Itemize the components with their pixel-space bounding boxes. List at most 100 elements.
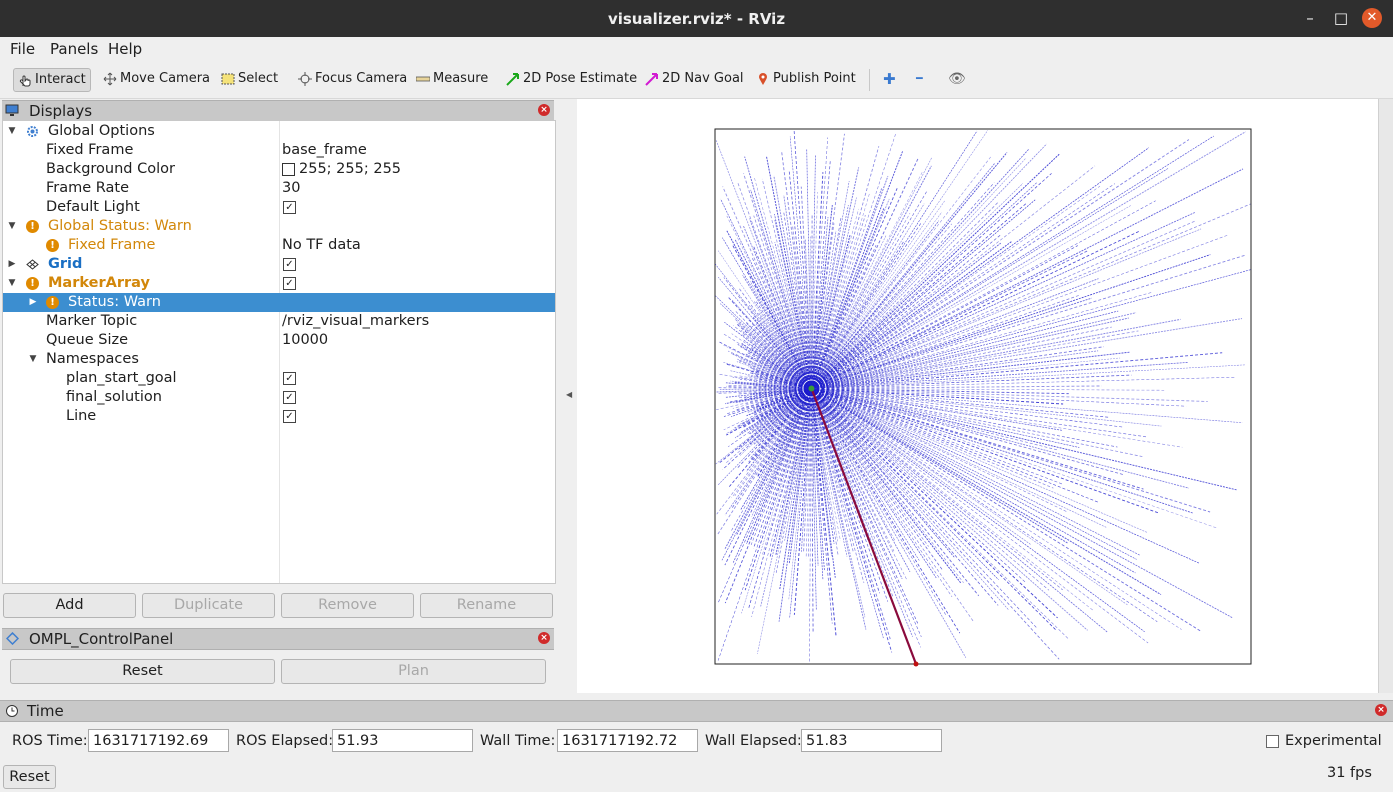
grid-icon xyxy=(26,259,39,270)
collapse-arrow-icon[interactable]: ▼ xyxy=(28,350,38,369)
focus-camera-label: Focus Camera xyxy=(315,71,408,86)
status-fixed-frame-value: No TF data xyxy=(282,237,361,253)
background-color-text: 255; 255; 255 xyxy=(299,161,402,177)
move-arrows-icon xyxy=(103,72,117,85)
splitter-left-arrow-icon[interactable]: ◀ xyxy=(566,390,572,399)
minimize-button[interactable]: – xyxy=(1300,8,1320,28)
add-display-button[interactable]: Add xyxy=(3,593,136,618)
fixed-frame-value[interactable]: base_frame xyxy=(282,141,367,160)
experimental-checkbox[interactable] xyxy=(1266,735,1279,748)
experimental-label: Experimental xyxy=(1285,733,1382,749)
grid-label: Grid xyxy=(48,256,83,272)
right-dock-splitter[interactable] xyxy=(1378,99,1393,693)
tree-row-grid[interactable]: ▶ Grid ✓ xyxy=(3,255,555,274)
tree-row-global-status[interactable]: ▼ ! Global Status: Warn xyxy=(3,217,555,236)
maximize-button[interactable]: □ xyxy=(1331,8,1351,28)
render-view[interactable] xyxy=(577,99,1378,693)
expand-arrow-icon[interactable]: ▶ xyxy=(7,255,17,274)
focus-camera-tool[interactable]: Focus Camera xyxy=(298,68,407,90)
tree-row-ns-final-solution[interactable]: final_solution ✓ xyxy=(3,388,555,407)
ros-elapsed-field[interactable]: 51.93 xyxy=(332,729,473,752)
select-tool[interactable]: Select xyxy=(221,68,278,90)
nav-goal-tool[interactable]: 2D Nav Goal xyxy=(645,68,744,90)
tree-row-background-color[interactable]: Background Color 255; 255; 255 xyxy=(3,160,555,179)
collapse-arrow-icon[interactable]: ▼ xyxy=(7,274,17,293)
wall-elapsed-field[interactable]: 51.83 xyxy=(801,729,942,752)
menu-panels[interactable]: Panels xyxy=(50,40,98,58)
remove-display-button[interactable]: Remove xyxy=(281,593,414,618)
menu-help[interactable]: Help xyxy=(108,40,142,58)
tree-row-marker-topic[interactable]: Marker Topic /rviz_visual_markers xyxy=(3,312,555,331)
warning-icon: ! xyxy=(46,239,59,252)
frame-rate-value[interactable]: 30 xyxy=(282,179,300,198)
view-options-button[interactable]: 👁 xyxy=(948,68,966,90)
magenta-arrow-icon xyxy=(645,72,658,86)
interact-label: Interact xyxy=(35,72,86,87)
warning-icon: ! xyxy=(46,296,59,309)
marker-array-checkbox[interactable]: ✓ xyxy=(283,274,296,293)
tree-row-marker-array[interactable]: ▼ ! MarkerArray ✓ xyxy=(3,274,555,293)
window-title-bar: visualizer.rviz* - RViz – □ ✕ xyxy=(0,0,1393,37)
gear-icon xyxy=(27,126,38,137)
ompl-plan-button[interactable]: Plan xyxy=(281,659,546,684)
start-point xyxy=(808,385,815,392)
tree-row-frame-rate[interactable]: Frame Rate 30 xyxy=(3,179,555,198)
collapse-arrow-icon[interactable]: ▼ xyxy=(7,122,17,141)
nav-goal-label: 2D Nav Goal xyxy=(662,71,744,86)
wall-time-field[interactable]: 1631717192.72 xyxy=(557,729,698,752)
menu-bar: File Panels Help xyxy=(0,37,1393,61)
pose-estimate-tool[interactable]: 2D Pose Estimate xyxy=(506,68,637,90)
ros-time-label: ROS Time: xyxy=(12,733,88,749)
expand-arrow-icon[interactable]: ▶ xyxy=(28,293,38,312)
close-time-icon[interactable]: × xyxy=(1375,704,1387,716)
close-window-button[interactable]: ✕ xyxy=(1362,8,1382,28)
ns-line-checkbox[interactable]: ✓ xyxy=(283,407,296,426)
publish-point-tool[interactable]: Publish Point xyxy=(756,68,856,90)
rename-display-button[interactable]: Rename xyxy=(420,593,553,618)
marker-topic-value[interactable]: /rviz_visual_markers xyxy=(282,312,429,331)
warning-icon: ! xyxy=(26,277,39,290)
default-light-checkbox[interactable]: ✓ xyxy=(283,198,296,217)
tree-row-namespaces[interactable]: ▼ Namespaces xyxy=(3,350,555,369)
tree-row-ns-line[interactable]: Line ✓ xyxy=(3,407,555,426)
monitor-icon xyxy=(5,104,19,116)
queue-size-key: Queue Size xyxy=(46,332,129,348)
checkmark-icon: ✓ xyxy=(283,276,296,290)
tree-row-ns-plan-start-goal[interactable]: plan_start_goal ✓ xyxy=(3,369,555,388)
grid-checkbox[interactable]: ✓ xyxy=(283,255,296,274)
tree-row-status-fixed-frame[interactable]: ! Fixed Frame No TF data xyxy=(3,236,555,255)
wall-elapsed-label: Wall Elapsed: xyxy=(705,733,802,749)
collapse-arrow-icon[interactable]: ▼ xyxy=(7,217,17,236)
measure-tool[interactable]: Measure xyxy=(416,68,488,90)
queue-size-value[interactable]: 10000 xyxy=(282,331,328,350)
tree-row-fixed-frame[interactable]: Fixed Frame base_frame xyxy=(3,141,555,160)
checkmark-icon: ✓ xyxy=(283,371,296,385)
tree-row-status-warn[interactable]: ▶ ! Status: Warn xyxy=(3,293,555,312)
background-color-value[interactable]: 255; 255; 255 xyxy=(282,160,401,179)
duplicate-display-button[interactable]: Duplicate xyxy=(142,593,275,618)
tree-row-default-light[interactable]: Default Light ✓ xyxy=(3,198,555,217)
menu-file[interactable]: File xyxy=(10,40,35,58)
time-panel-title: Time xyxy=(27,702,64,720)
marker-array-label: MarkerArray xyxy=(48,275,150,291)
ompl-reset-button[interactable]: Reset xyxy=(10,659,275,684)
close-displays-icon[interactable]: × xyxy=(538,104,550,116)
move-camera-tool[interactable]: Move Camera xyxy=(103,68,210,90)
checkmark-icon: ✓ xyxy=(283,390,296,404)
interact-tool[interactable]: Interact xyxy=(13,68,91,92)
displays-panel-header: Displays × xyxy=(2,100,554,122)
ns-final-solution-checkbox[interactable]: ✓ xyxy=(283,388,296,407)
add-tool-button[interactable]: ✚ xyxy=(883,68,896,90)
tree-row-global-options[interactable]: ▼ Global Options xyxy=(3,122,555,141)
visualization-canvas[interactable] xyxy=(577,99,1378,693)
ns-line-label: Line xyxy=(66,408,97,424)
color-swatch-icon xyxy=(282,162,295,176)
ros-time-field[interactable]: 1631717192.69 xyxy=(88,729,229,752)
remove-tool-button[interactable]: ━ xyxy=(916,68,923,90)
close-ompl-icon[interactable]: × xyxy=(538,632,550,644)
toolbar: Interact Move Camera Select Focus Camera… xyxy=(0,61,1393,99)
tree-row-queue-size[interactable]: Queue Size 10000 xyxy=(3,331,555,350)
ns-plan-start-goal-checkbox[interactable]: ✓ xyxy=(283,369,296,388)
displays-tree: ▼ Global Options Fixed Frame base_frame … xyxy=(2,120,556,584)
time-reset-button[interactable]: Reset xyxy=(3,765,56,789)
